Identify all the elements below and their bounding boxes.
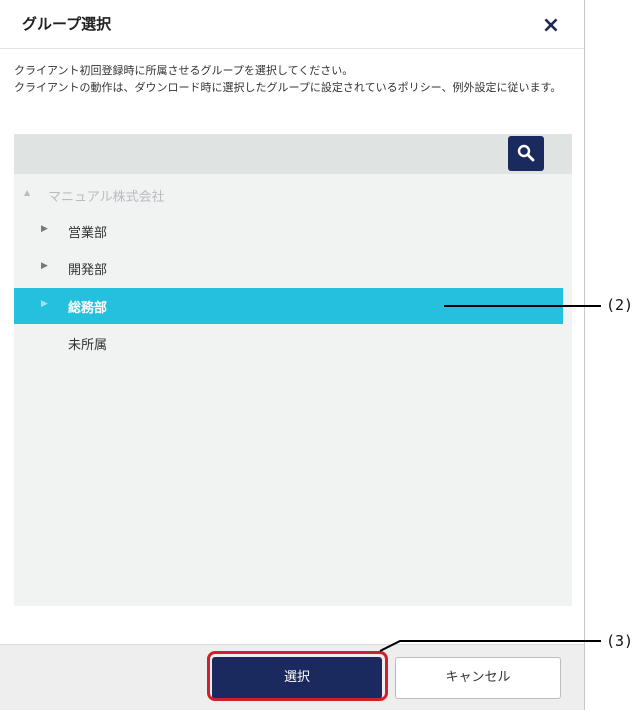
callout-label-2: (2) [606, 296, 634, 314]
tree-node-label: 総務部 [68, 301, 108, 316]
group-select-dialog: グループ選択 × クライアント初回登録時に所属させるグループを選択してください。… [0, 0, 585, 710]
caret-down-icon[interactable]: ▲ [24, 188, 30, 197]
cancel-button[interactable]: キャンセル [395, 657, 561, 699]
dialog-title: グループ選択 [22, 15, 112, 33]
tree-node-label: 開発部 [68, 263, 108, 278]
tree-node-label: マニュアル株式会社 [48, 190, 165, 205]
dialog-header: グループ選択 × [0, 0, 584, 49]
tree-node-label: 未所属 [68, 338, 108, 353]
tree-node-unassigned[interactable]: 未所属 [14, 325, 572, 361]
tree-node-label: 営業部 [68, 226, 108, 241]
search-icon [517, 144, 535, 162]
tree-node-general-affairs[interactable]: ▶ 総務部 [14, 288, 563, 324]
description-line-1: クライアント初回登録時に所属させるグループを選択してください。 [14, 64, 354, 77]
tree-node-sales[interactable]: ▶ 営業部 [14, 213, 572, 249]
close-icon[interactable]: × [540, 15, 562, 37]
caret-right-icon[interactable]: ▶ [41, 299, 48, 309]
select-button-highlight [207, 651, 388, 701]
caret-right-icon[interactable]: ▶ [41, 224, 48, 234]
group-tree-panel: ▲ マニュアル株式会社 ▶ 営業部 ▶ 開発部 ▶ 総務部 未所属 [14, 134, 572, 606]
description-line-2: クライアントの動作は、ダウンロード時に選択したグループに設定されているポリシー、… [14, 81, 562, 94]
search-button[interactable] [508, 136, 544, 171]
search-bar [14, 134, 572, 174]
caret-right-icon[interactable]: ▶ [41, 261, 48, 271]
tree-node-development[interactable]: ▶ 開発部 [14, 250, 572, 286]
tree-node-root[interactable]: ▲ マニュアル株式会社 [14, 177, 572, 213]
callout-label-3: (3) [606, 632, 634, 650]
dialog-description: クライアント初回登録時に所属させるグループを選択してください。 クライアントの動… [14, 62, 579, 96]
